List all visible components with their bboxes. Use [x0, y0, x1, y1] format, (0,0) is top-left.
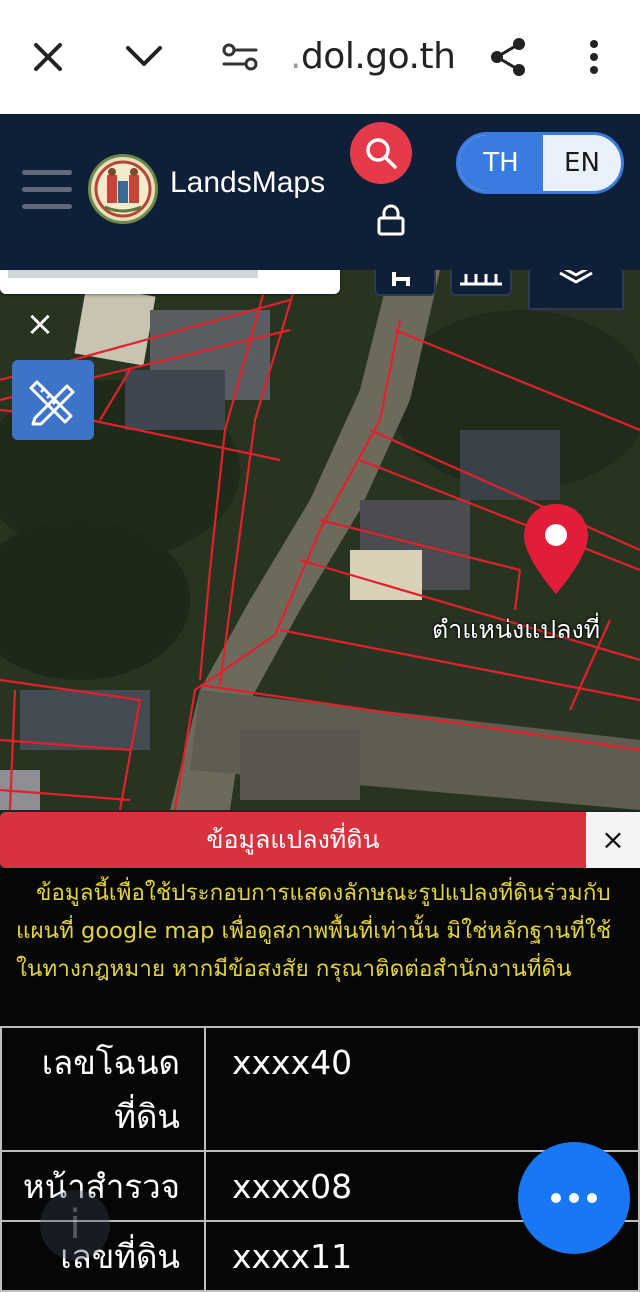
search-icon: [366, 138, 397, 169]
close-map-tools-button[interactable]: ×: [22, 306, 58, 342]
layers-button[interactable]: [528, 270, 624, 310]
department-seal-logo: [88, 154, 158, 224]
url-prefix: .: [290, 36, 301, 77]
disclaimer-text: ข้อมูลนี้เพื่อใช้ประกอบการแสดงลักษณะรูปแ…: [0, 868, 640, 1026]
panel-close-button[interactable]: ×: [586, 812, 640, 868]
search-button[interactable]: [350, 122, 412, 184]
close-tab-icon[interactable]: [24, 33, 72, 81]
site-settings-icon[interactable]: [216, 33, 264, 81]
location-pin-icon[interactable]: [520, 502, 592, 598]
deed-number-label: เลขโฉนดที่ดิน: [0, 1026, 206, 1152]
more-vert-icon[interactable]: [570, 33, 618, 81]
menu-icon[interactable]: [22, 170, 74, 210]
measure-tool-button[interactable]: [12, 360, 94, 440]
parcel-mode-button[interactable]: [374, 270, 436, 296]
table-row: เลขโฉนดที่ดิน xxxx40: [0, 1026, 640, 1152]
brand-name: LandsMaps: [170, 166, 326, 199]
url-bar[interactable]: .dol.go.th: [290, 32, 456, 82]
more-dots-icon: [551, 1193, 561, 1203]
ruler-button[interactable]: [450, 270, 512, 296]
lang-th-option[interactable]: TH: [459, 135, 543, 191]
more-options-button[interactable]: [518, 1142, 630, 1254]
pencil-ruler-icon: [29, 380, 75, 426]
deed-number-value: xxxx40: [204, 1026, 640, 1152]
panel-title: ข้อมูลแปลงที่ดิน: [0, 812, 586, 868]
map-view[interactable]: × ตำแหน่งแปลงที่: [0, 270, 640, 810]
share-icon[interactable]: [484, 33, 532, 81]
layers-icon: [559, 270, 593, 284]
lang-en-option[interactable]: EN: [543, 135, 621, 191]
app-header: LandsMaps TH EN: [0, 114, 640, 270]
info-icon[interactable]: i: [40, 1190, 110, 1260]
url-domain: dol.go.th: [300, 36, 456, 77]
location-search-input[interactable]: [0, 270, 340, 294]
disclaimer-content: ข้อมูลนี้เพื่อใช้ประกอบการแสดงลักษณะรูปแ…: [16, 880, 612, 982]
lock-icon[interactable]: [376, 204, 406, 236]
language-toggle[interactable]: TH EN: [456, 132, 624, 194]
marker-label: ตำแหน่งแปลงที่: [432, 615, 601, 644]
chevron-down-icon[interactable]: [120, 33, 168, 81]
browser-toolbar: .dol.go.th: [0, 0, 640, 115]
